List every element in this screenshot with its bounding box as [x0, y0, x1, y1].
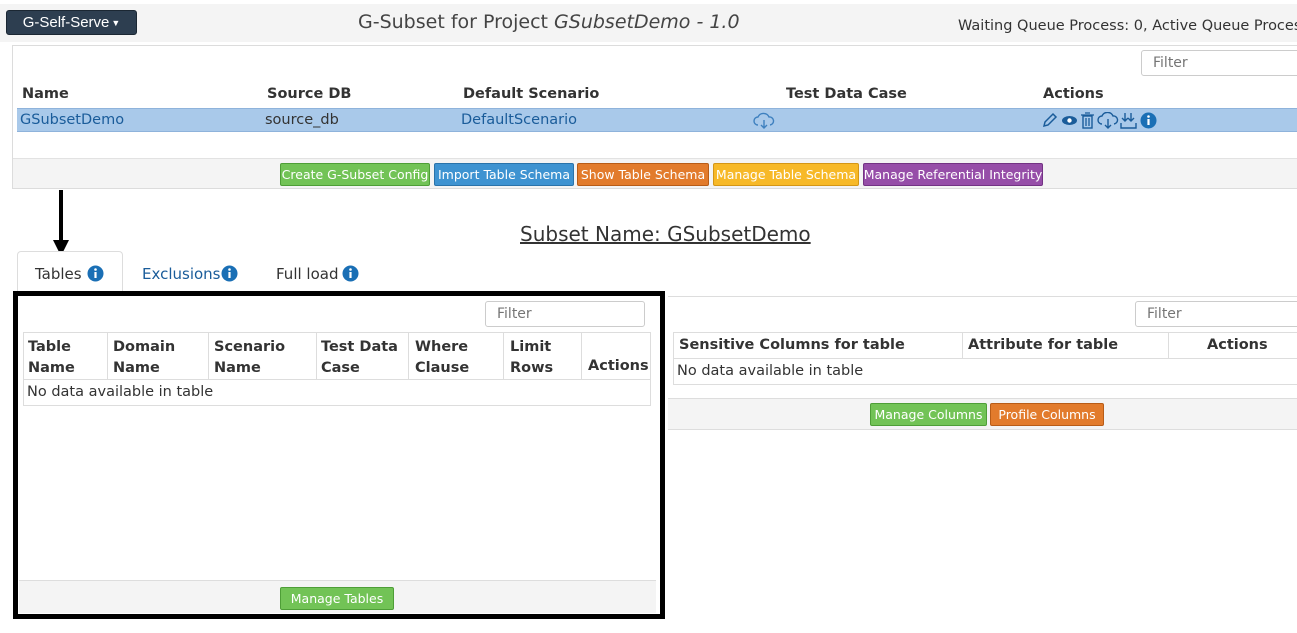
columns-filter-input[interactable] [1135, 301, 1297, 327]
column-header-source-db[interactable]: Source DB [267, 86, 351, 102]
tables-grid-divider [581, 332, 582, 379]
column-header-attribute[interactable]: Attribute for table [968, 337, 1118, 353]
tables-grid-divider [316, 332, 317, 379]
column-header-line: Where [415, 339, 469, 355]
manage-referential-integrity-button[interactable]: Manage Referential Integrity [863, 163, 1043, 186]
config-filter-input[interactable] [1141, 50, 1297, 76]
columns-grid-header-bottom [673, 358, 1297, 359]
columns-empty-message: No data available in table [677, 363, 864, 379]
column-header-actions: Actions [1207, 337, 1268, 353]
exclusions-info-icon[interactable] [221, 265, 238, 282]
view-eye-icon[interactable] [1061, 112, 1078, 129]
tab-exclusions[interactable]: Exclusions [142, 265, 221, 283]
manage-table-schema-button[interactable]: Manage Table Schema [713, 163, 859, 186]
page-title-prefix: G-Subset for Project [358, 11, 555, 33]
cloud-download-icon[interactable] [1097, 112, 1119, 129]
source-db-value: source_db [265, 112, 339, 128]
column-header-test-data-case[interactable]: Test Data Case [321, 337, 398, 379]
columns-grid-divider [962, 332, 963, 358]
tab-full-load[interactable]: Full load [276, 265, 338, 283]
column-header-scenario-name[interactable]: Scenario Name [214, 337, 285, 379]
column-header-line: Limit [510, 339, 552, 355]
column-header-line: Case [321, 360, 360, 376]
tables-filter-input[interactable] [485, 301, 645, 327]
column-header-line: Clause [415, 360, 470, 376]
columns-grid-bottom [673, 384, 1297, 385]
tables-grid-left [23, 332, 24, 406]
column-header-actions: Actions [588, 358, 649, 374]
edit-pencil-icon[interactable] [1041, 112, 1058, 129]
column-header-line: Table [28, 339, 71, 355]
columns-grid-top [673, 332, 1297, 333]
create-gsubset-config-button[interactable]: Create G-Subset Config [280, 163, 430, 186]
tables-grid-header-bottom [23, 379, 651, 380]
column-header-domain-name[interactable]: Domain Name [113, 337, 175, 379]
column-header-name[interactable]: Name [22, 86, 69, 102]
queue-status: Waiting Queue Process: 0, Active Queue P… [958, 18, 1297, 34]
column-header-line: Domain [113, 339, 176, 355]
column-header-sensitive-columns[interactable]: Sensitive Columns for table [679, 337, 905, 353]
page-title: G-Subset for Project GSubsetDemo - 1.0 [358, 11, 740, 33]
info-icon[interactable] [1140, 112, 1157, 129]
column-header-where-clause[interactable]: Where Clause [415, 337, 469, 379]
tables-grid-divider [208, 332, 209, 379]
default-scenario-link[interactable]: DefaultScenario [461, 112, 577, 128]
download-arrows-icon[interactable] [1120, 112, 1137, 129]
annotation-arrow-line [59, 190, 63, 242]
test-data-case-cloud-icon[interactable] [753, 112, 775, 130]
column-header-default-scenario[interactable]: Default Scenario [463, 86, 599, 102]
manage-tables-button[interactable]: Manage Tables [280, 587, 394, 610]
subset-name-title: Subset Name: GSubsetDemo [520, 222, 811, 246]
tables-info-icon[interactable] [87, 265, 104, 282]
column-header-test-data-case[interactable]: Test Data Case [786, 86, 907, 102]
column-header-line: Name [214, 360, 261, 376]
columns-grid-left [673, 332, 674, 385]
delete-trash-icon[interactable] [1079, 112, 1096, 129]
config-name-link[interactable]: GSubsetDemo [20, 112, 124, 128]
columns-grid-divider [1168, 332, 1169, 358]
full-load-info-icon[interactable] [342, 265, 359, 282]
column-header-actions: Actions [1043, 86, 1104, 102]
tables-grid-right [650, 332, 651, 406]
column-header-line: Name [28, 360, 75, 376]
import-table-schema-button[interactable]: Import Table Schema [434, 163, 574, 186]
show-table-schema-button[interactable]: Show Table Schema [577, 163, 709, 186]
tables-empty-message: No data available in table [27, 384, 214, 400]
column-header-line: Rows [510, 360, 554, 376]
column-header-limit-rows[interactable]: Limit Rows [510, 337, 553, 379]
column-header-line: Scenario [214, 339, 286, 355]
tab-tables-label[interactable]: Tables [35, 265, 82, 283]
project-name: GSubsetDemo - 1.0 [554, 11, 740, 33]
column-header-table-name[interactable]: Table Name [28, 337, 75, 379]
column-header-line: Name [113, 360, 160, 376]
brand-button-label: G-Self-Serve [22, 14, 110, 31]
manage-columns-button[interactable]: Manage Columns [870, 403, 987, 426]
tables-grid-bottom [23, 405, 651, 406]
profile-columns-button[interactable]: Profile Columns [990, 403, 1104, 426]
tables-grid-divider [408, 332, 409, 379]
g-self-serve-menu-button[interactable]: G-Self-Serve ▼ [6, 10, 137, 35]
column-header-line: Test Data [321, 339, 398, 355]
tables-grid-divider [503, 332, 504, 379]
tables-grid-divider [107, 332, 108, 379]
tables-grid-top [23, 332, 651, 333]
caret-down-icon: ▼ [111, 17, 121, 28]
